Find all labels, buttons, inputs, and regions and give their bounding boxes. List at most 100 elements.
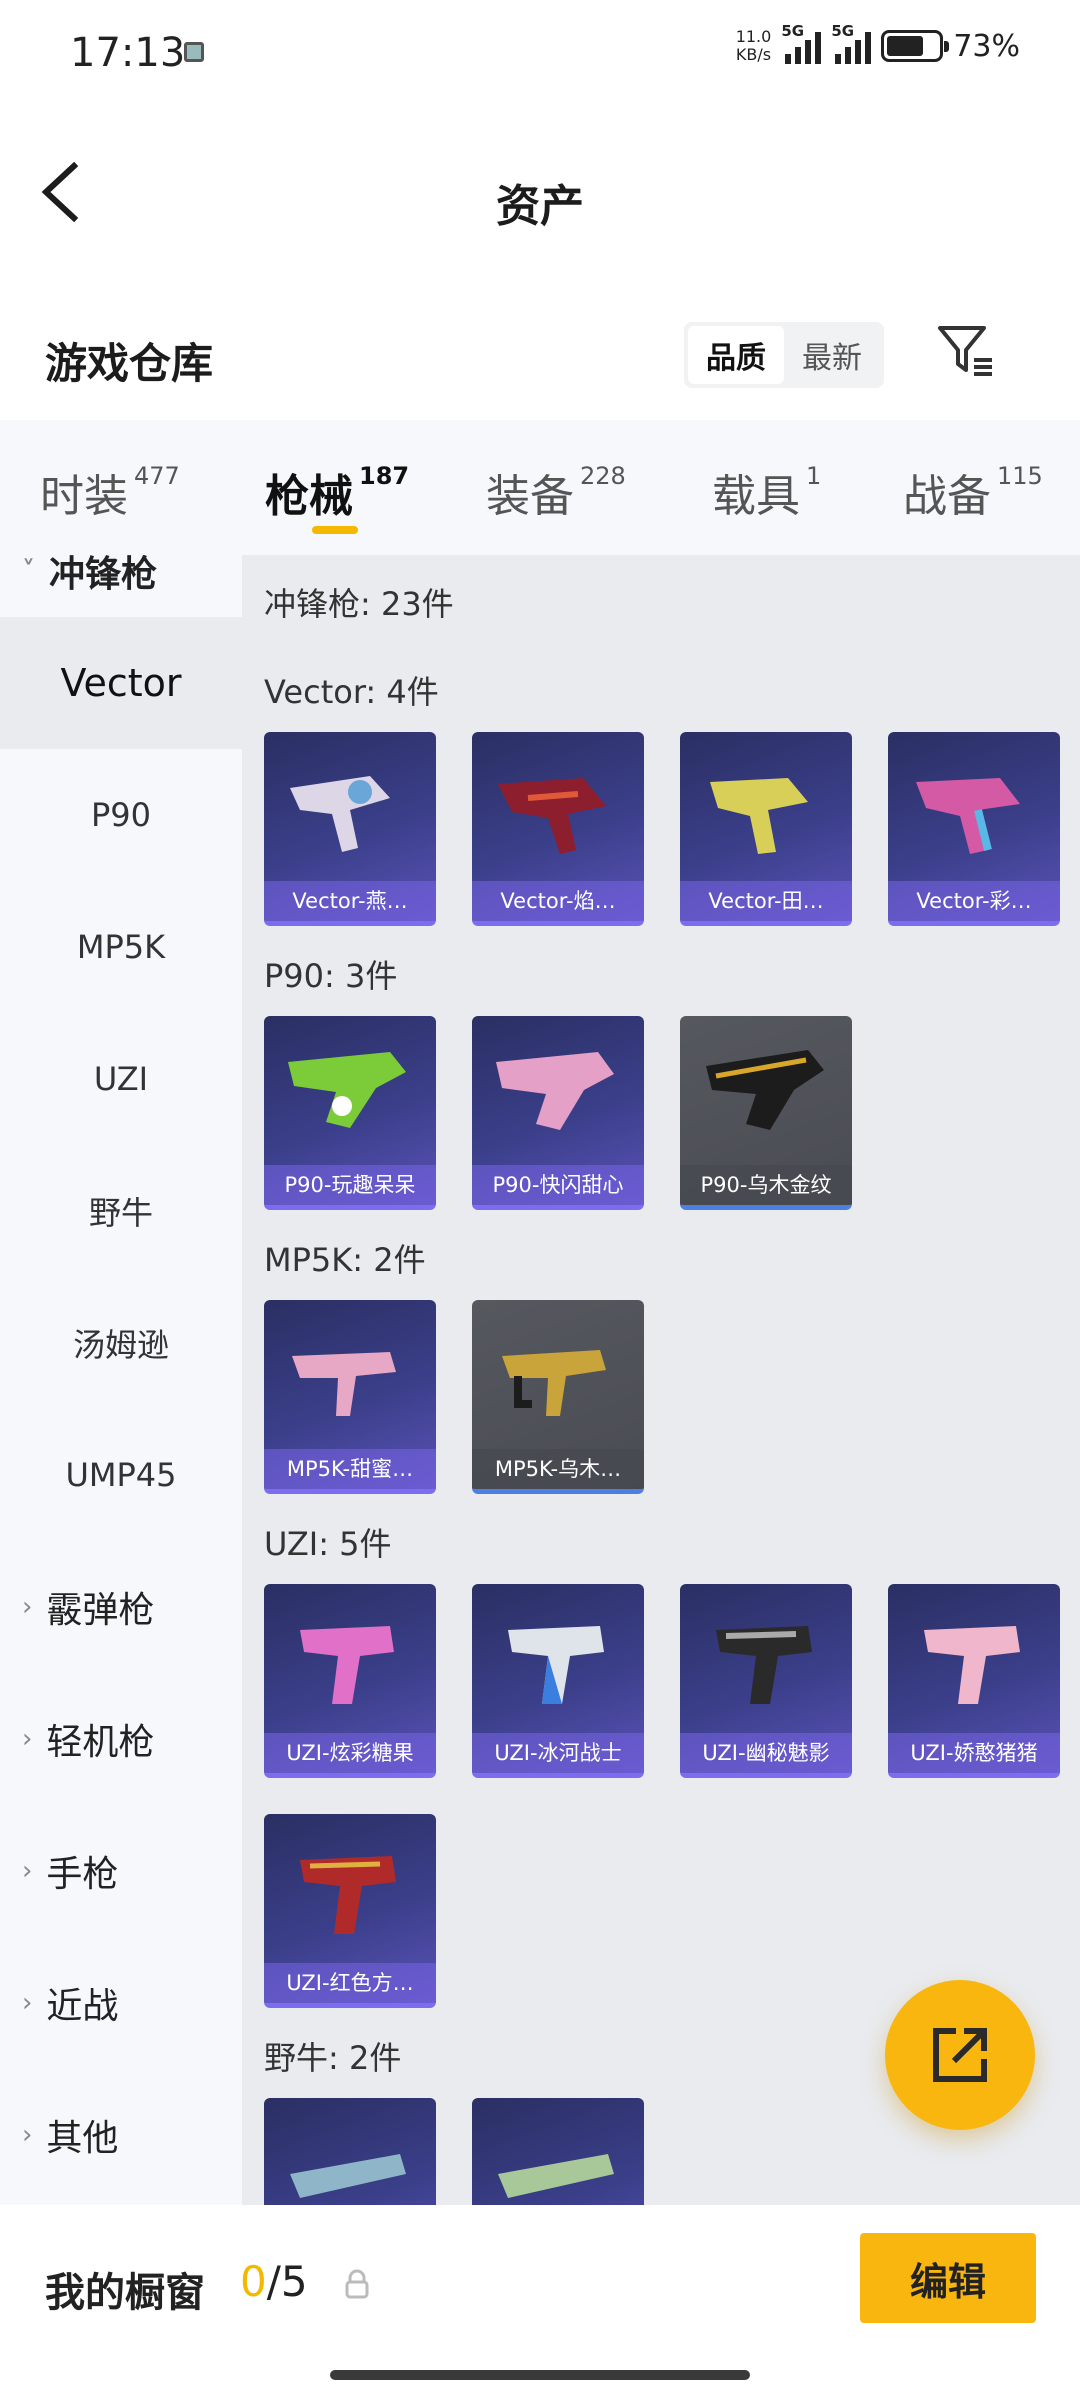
showcase-count: 0/5 [240,2257,308,2306]
tab-vehicles[interactable]: 载具 1 [712,460,821,524]
smg-skin-icon [916,778,1020,854]
sidebar-item-uzi[interactable]: UZI [0,1013,242,1145]
sidebar-group-smg[interactable]: ˅ 冲锋枪 [0,555,242,601]
network-speed-unit: KB/s [735,45,772,64]
status-time: 17:13 [70,30,186,76]
group-title-vector: Vector: 4件 [264,673,439,711]
gallery-notification-icon [184,42,204,62]
weapon-grid: 冲锋枪: 23件 Vector: 4件 Vector-燕… Vector-焰… … [242,555,1080,2205]
battery-percent: 73% [953,28,1020,64]
section-title: 游戏仓库 [45,339,214,388]
tab-equipment[interactable]: 装备 228 [486,460,626,524]
uzi-skin-icon [508,1626,604,1704]
signal-icon: 5G [831,22,872,64]
weapon-card-label: UZI-冰河战士 [472,1733,644,1773]
bizon-skin-icon [290,2154,406,2198]
sort-quality-button[interactable]: 品质 [688,326,784,384]
uzi-skin-icon [300,1626,394,1704]
network-speed-value: 11.0 [735,27,772,46]
weapon-card-label: P90-快闪甜心 [472,1165,644,1205]
sort-toggle: 品质 最新 [684,322,884,388]
weapon-card-label: Vector-田… [680,881,852,921]
sidebar-item-mp5k[interactable]: MP5K [0,881,242,1013]
sidebar-group-melee[interactable]: › 近战 [0,1937,242,2069]
group-title-mp5k: MP5K: 2件 [264,1241,426,1279]
showcase-title: 我的橱窗 [45,2270,205,2316]
showcase-current: 0 [240,2257,267,2306]
category-tabs: 时装 477 枪械 187 装备 228 载具 1 战备 115 [0,420,1080,555]
network-type-1: 5G [781,22,805,40]
weapon-card[interactable]: Vector-彩… [888,732,1060,926]
sidebar-item-thompson[interactable]: 汤姆逊 [0,1277,242,1409]
active-tab-indicator [312,526,358,534]
weapon-card[interactable]: P90-快闪甜心 [472,1016,644,1210]
chevron-right-icon: › [22,1856,33,1886]
chevron-right-icon: › [22,1724,33,1754]
weapon-card[interactable]: MP5K-甜蜜… [264,1300,436,1494]
app-header: 资产 [0,110,1080,260]
chevron-right-icon: › [22,1988,33,2018]
weapon-card-label: UZI-炫彩糖果 [264,1733,436,1773]
weapon-card-label: MP5K-甜蜜… [264,1449,436,1489]
weapon-card[interactable]: UZI-幽秘魅影 [680,1584,852,1778]
signal-icon: 5G [781,22,822,64]
weapon-card-label: UZI-红色方… [264,1963,436,2003]
tab-supplies[interactable]: 战备 115 [903,460,1043,524]
weapon-card-label: MP5K-乌木… [472,1449,644,1489]
weapon-card[interactable]: P90-乌木金纹 [680,1016,852,1210]
status-bar: 17:13 11.0 KB/s 5G 5G 73% [0,0,1080,110]
sidebar-item-bizon[interactable]: 野牛 [0,1145,242,1277]
weapon-card[interactable] [472,2098,644,2205]
weapon-card[interactable]: Vector-田… [680,732,852,926]
uzi-skin-icon [300,1856,396,1934]
smg-total-label: 冲锋枪: 23件 [264,585,454,623]
external-link-icon [933,2028,987,2082]
share-fab-button[interactable] [885,1980,1035,2130]
status-right: 11.0 KB/s 5G 5G 73% [735,22,1020,64]
weapon-card[interactable]: MP5K-乌木… [472,1300,644,1494]
tab-fashion[interactable]: 时装 477 [40,460,180,524]
edit-showcase-button[interactable]: 编辑 [860,2233,1036,2323]
weapon-type-sidebar: ˅ 冲锋枪 Vector P90 MP5K UZI 野牛 汤姆逊 UMP45 › 霰… [0,555,242,2205]
group-title-bizon: 野牛: 2件 [264,2039,402,2077]
chevron-right-icon: › [22,1592,33,1622]
page-title: 资产 [496,181,584,232]
chevron-right-icon: › [22,2120,33,2150]
sidebar-item-ump45[interactable]: UMP45 [0,1409,242,1541]
weapon-card[interactable]: UZI-娇憨猪猪 [888,1584,1060,1778]
home-indicator[interactable] [330,2370,750,2380]
smg-skin-icon [290,776,390,852]
filter-icon[interactable] [936,322,996,382]
smg-skin-icon [498,778,606,854]
weapon-card[interactable]: UZI-冰河战士 [472,1584,644,1778]
mp5k-skin-icon [502,1350,606,1416]
sidebar-group-lmg[interactable]: › 轻机枪 [0,1673,242,1805]
showcase-total: /5 [266,2257,308,2306]
p90-skin-icon [706,1050,824,1130]
weapon-card-label: UZI-娇憨猪猪 [888,1733,1060,1773]
weapon-card-label: Vector-焰… [472,881,644,921]
sidebar-group-other[interactable]: › 其他 [0,2069,242,2201]
bizon-skin-icon [498,2154,614,2198]
weapon-card[interactable]: P90-玩趣呆呆 [264,1016,436,1210]
sort-newest-button[interactable]: 最新 [784,326,880,384]
warehouse-section-header: 游戏仓库 品质 最新 [0,300,1080,420]
weapon-card[interactable]: Vector-燕… [264,732,436,926]
mp5k-skin-icon [292,1352,396,1416]
chevron-down-icon: ˅ [22,556,35,586]
weapon-card[interactable] [264,2098,436,2205]
sidebar-group-shotgun[interactable]: › 霰弹枪 [0,1541,242,1673]
weapon-card[interactable]: UZI-红色方… [264,1814,436,2008]
weapon-card-label: P90-乌木金纹 [680,1165,852,1205]
sidebar-item-vector[interactable]: Vector [0,617,242,749]
sidebar-group-pistol[interactable]: › 手枪 [0,1805,242,1937]
uzi-skin-icon [716,1626,812,1704]
weapon-card-label: UZI-幽秘魅影 [680,1733,852,1773]
sidebar-item-p90[interactable]: P90 [0,749,242,881]
tab-guns[interactable]: 枪械 187 [265,460,409,524]
p90-skin-icon [496,1052,614,1130]
weapon-card[interactable]: Vector-焰… [472,732,644,926]
lock-icon [345,2269,369,2299]
weapon-card[interactable]: UZI-炫彩糖果 [264,1584,436,1778]
battery-icon [881,30,950,62]
